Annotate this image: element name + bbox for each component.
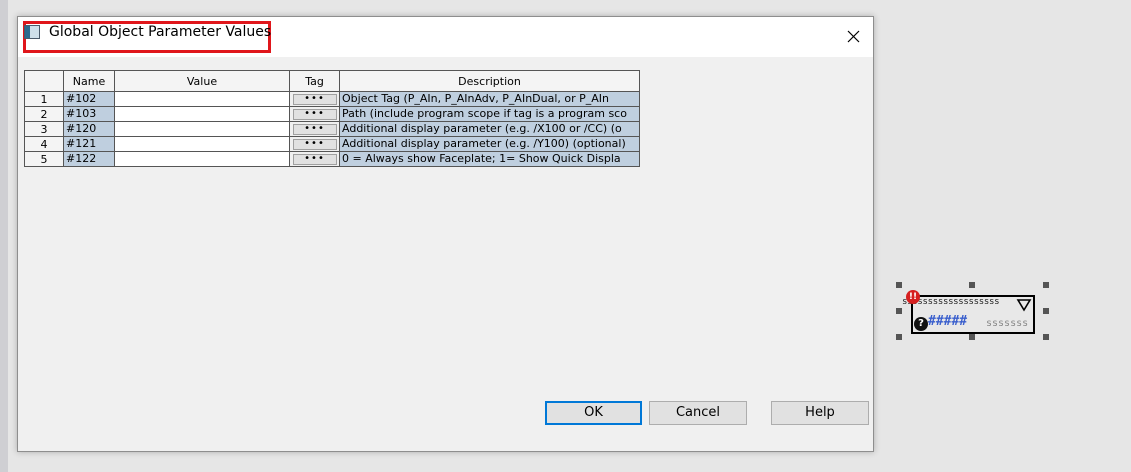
value-cell[interactable] [114, 91, 290, 107]
row-number[interactable]: 4 [24, 136, 64, 152]
resize-handle-top[interactable] [969, 282, 975, 288]
tag-browse-button[interactable]: ••• [292, 93, 337, 105]
resize-handle-left[interactable] [896, 308, 902, 314]
tag-cell: ••• [289, 91, 340, 107]
close-button[interactable] [841, 26, 865, 48]
row-number[interactable]: 1 [24, 91, 64, 107]
window-icon [24, 25, 40, 39]
table-row: 1 #102 ••• Object Tag (P_AIn, P_AInAdv, … [24, 91, 640, 107]
close-icon [847, 30, 860, 43]
help-button[interactable]: Help [771, 401, 869, 425]
tag-cell: ••• [289, 136, 340, 152]
tag-cell: ••• [289, 121, 340, 137]
tag-browse-button[interactable]: ••• [292, 108, 337, 120]
help-icon: ? [914, 317, 928, 331]
table-row: 5 #122 ••• 0 = Always show Faceplate; 1=… [24, 151, 640, 167]
tag-cell: ••• [289, 106, 340, 122]
title-bar[interactable]: Global Object Parameter Values [18, 17, 873, 57]
background-left-strip [0, 0, 8, 472]
description-cell[interactable]: Additional display parameter (e.g. /Y100… [339, 136, 640, 152]
row-number[interactable]: 2 [24, 106, 64, 122]
row-number[interactable]: 3 [24, 121, 64, 137]
description-cell[interactable]: 0 = Always show Faceplate; 1= Show Quick… [339, 151, 640, 167]
row-number[interactable]: 5 [24, 151, 64, 167]
value-cell[interactable] [114, 106, 290, 122]
resize-handle-top-left[interactable] [896, 282, 902, 288]
dialog-title: Global Object Parameter Values [49, 24, 272, 40]
resize-handle-top-right[interactable] [1043, 282, 1049, 288]
column-header-value[interactable]: Value [114, 70, 290, 92]
resize-handle-right[interactable] [1043, 308, 1049, 314]
value-cell[interactable] [114, 151, 290, 167]
triangle-down-icon [1016, 299, 1032, 312]
name-cell[interactable]: #121 [63, 136, 115, 152]
name-cell[interactable]: #122 [63, 151, 115, 167]
description-cell[interactable]: Object Tag (P_AIn, P_AInAdv, P_AInDual, … [339, 91, 640, 107]
column-header-description[interactable]: Description [339, 70, 640, 92]
description-cell[interactable]: Path (include program scope if tag is a … [339, 106, 640, 122]
name-cell[interactable]: #120 [63, 121, 115, 137]
object-units-text: sssssss [986, 318, 1029, 329]
tag-cell: ••• [289, 151, 340, 167]
value-cell[interactable] [114, 121, 290, 137]
tag-browse-button[interactable]: ••• [292, 153, 337, 165]
resize-handle-bottom-right[interactable] [1043, 334, 1049, 340]
table-header-row: Name Value Tag Description [24, 70, 640, 92]
cancel-button[interactable]: Cancel [649, 401, 747, 425]
object-value-text: ##### [928, 314, 968, 329]
column-header-name[interactable]: Name [63, 70, 115, 92]
tag-browse-button[interactable]: ••• [292, 123, 337, 135]
description-cell[interactable]: Additional display parameter (e.g. /X100… [339, 121, 640, 137]
name-cell[interactable]: #102 [63, 91, 115, 107]
alarm-icon: !! [906, 290, 920, 304]
table-row: 4 #121 ••• Additional display parameter … [24, 136, 640, 152]
resize-handle-bottom-left[interactable] [896, 334, 902, 340]
resize-handle-bottom[interactable] [969, 334, 975, 340]
global-object-parameter-dialog: Global Object Parameter Values Name Valu… [17, 16, 874, 452]
ok-button[interactable]: OK [545, 401, 642, 425]
table-row: 2 #103 ••• Path (include program scope i… [24, 106, 640, 122]
value-cell[interactable] [114, 136, 290, 152]
table-row: 3 #120 ••• Additional display parameter … [24, 121, 640, 137]
corner-header [24, 70, 64, 92]
tag-browse-button[interactable]: ••• [292, 138, 337, 150]
parameter-table: Name Value Tag Description 1 #102 ••• Ob… [24, 70, 640, 167]
name-cell[interactable]: #103 [63, 106, 115, 122]
column-header-tag[interactable]: Tag [289, 70, 340, 92]
